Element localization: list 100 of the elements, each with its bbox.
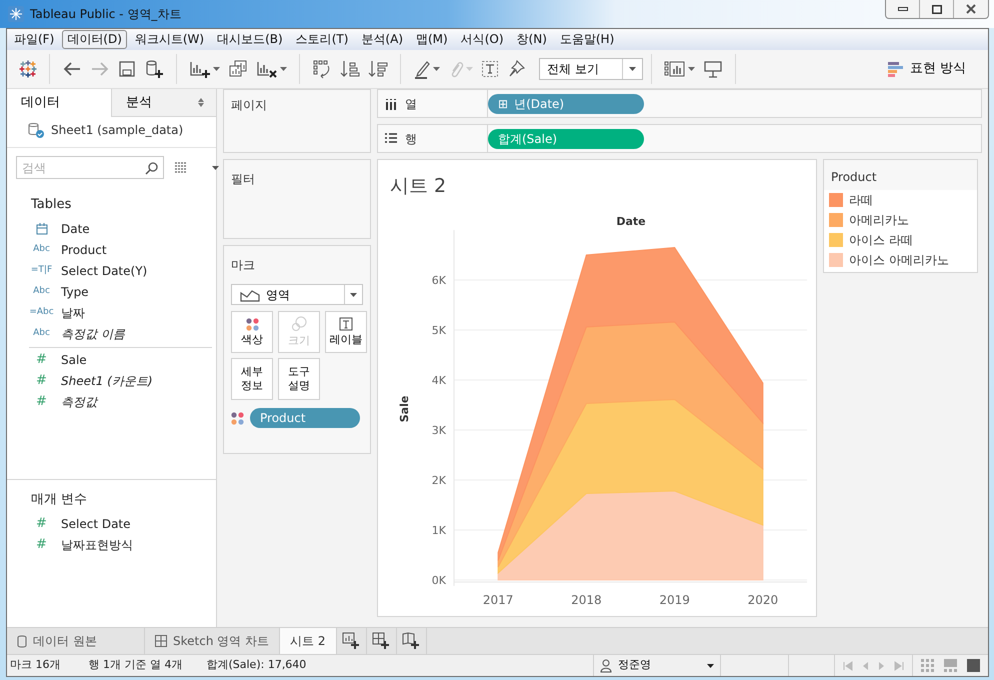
- menu-item[interactable]: 맵(M): [411, 30, 453, 49]
- menu-item[interactable]: 대시보드(B): [212, 30, 288, 49]
- calendar-icon: [36, 223, 48, 235]
- search-field[interactable]: 검색: [16, 156, 164, 179]
- menu-item[interactable]: 창(N): [512, 30, 552, 49]
- sort-descending-icon: [368, 59, 388, 79]
- menu-item[interactable]: 분석(A): [356, 30, 408, 49]
- legend-title: Product: [824, 160, 977, 190]
- filled-square-icon: [967, 659, 980, 672]
- tableau-logo-icon: [19, 60, 37, 78]
- field-item[interactable]: =Abc 날짜: [7, 302, 216, 324]
- menu-item[interactable]: 워크시트(W): [130, 30, 210, 49]
- caret-icon: [466, 67, 473, 71]
- database-icon: [17, 634, 27, 648]
- book-plus-icon: [402, 632, 420, 650]
- label-icon: [339, 317, 353, 332]
- field-item[interactable]: # 측정값: [7, 392, 216, 412]
- mark-button[interactable]: 세부 정보: [231, 358, 273, 400]
- field-item[interactable]: Abc Type: [7, 282, 216, 302]
- size-circles-icon: [291, 316, 307, 332]
- menu-item[interactable]: 데이터(D): [62, 30, 127, 49]
- field-type-icon: #: [28, 514, 55, 534]
- card-layout-icon: [664, 60, 686, 78]
- field-type-icon: =Abc: [28, 306, 55, 320]
- y-tick-label: 0K: [432, 574, 446, 587]
- legend-label[interactable]: 라떼: [849, 191, 873, 209]
- legend-label[interactable]: 아메리카노: [849, 211, 909, 229]
- show-me-button[interactable]: 표현 방식: [884, 57, 970, 81]
- mark-button[interactable]: 도구 설명: [278, 358, 320, 400]
- skip-first-icon: [843, 660, 853, 670]
- menu-item[interactable]: 스토리(T): [290, 30, 354, 49]
- rows-icon: [385, 133, 397, 144]
- y-tick-label: 2K: [432, 474, 446, 487]
- mark-type-dropdown[interactable]: 영역: [231, 284, 363, 305]
- database-plus-icon: [144, 59, 164, 79]
- menu-item[interactable]: 서식(O): [456, 30, 509, 49]
- caret-icon: [688, 67, 695, 71]
- minimize-icon: [898, 7, 908, 11]
- fit-dropdown[interactable]: 전체 보기: [539, 58, 643, 80]
- area-chart-icon: [240, 288, 260, 302]
- presentation-icon: [703, 60, 723, 78]
- text-box-icon: [481, 60, 499, 78]
- status-text: 마크 16개: [10, 657, 60, 674]
- maximize-icon: [932, 4, 942, 14]
- field-type-icon: #: [28, 535, 55, 555]
- caret-icon: [707, 664, 714, 668]
- sheet-tab[interactable]: 시트 2: [280, 628, 337, 654]
- pages-card[interactable]: 페이지: [223, 89, 371, 153]
- filmstrip-icon: [944, 659, 957, 672]
- close-icon: [966, 4, 976, 14]
- legend-label[interactable]: 아이스 아메리카노: [849, 251, 949, 269]
- caret-icon: [629, 67, 636, 71]
- field-item[interactable]: # Sheet1 (카운트): [7, 370, 216, 392]
- y-axis-title: Sale: [398, 396, 411, 422]
- save-icon: [118, 60, 136, 78]
- mark-button[interactable]: 색상: [231, 311, 273, 353]
- y-tick-label: 6K: [432, 274, 446, 287]
- pin-icon: [507, 60, 525, 78]
- filters-card[interactable]: 필터: [223, 159, 371, 239]
- status-text: 합계(Sale): 17,640: [206, 657, 306, 674]
- field-type-icon: =T|F: [28, 264, 55, 278]
- section-title: Tables: [30, 196, 72, 214]
- field-item[interactable]: Abc 측정값 이름: [7, 324, 216, 344]
- columns-icon: [385, 98, 397, 110]
- data-source-icon: [27, 122, 45, 138]
- grid-plus-icon: [372, 632, 390, 650]
- user-dropdown[interactable]: 정준영: [593, 655, 721, 676]
- field-item[interactable]: Date: [7, 218, 216, 240]
- duplicate-chart-icon: [228, 60, 248, 78]
- status-text: 행 1개 기준 열 4개: [88, 657, 182, 674]
- field-item[interactable]: # Select Date: [7, 514, 216, 534]
- field-item[interactable]: # Sale: [7, 350, 216, 370]
- skip-last-icon: [894, 660, 904, 670]
- caret-icon: [213, 67, 220, 71]
- chart-plus-icon: [189, 59, 211, 79]
- search-icon: [145, 161, 159, 175]
- color-dots-icon: [231, 412, 244, 424]
- menu-item[interactable]: 도움말(H): [554, 30, 620, 49]
- field-item[interactable]: =T|F Select Date(Y): [7, 260, 216, 282]
- data-source-name[interactable]: Sheet1 (sample_data): [51, 121, 184, 139]
- swap-icon: [312, 59, 332, 79]
- caret-icon: [350, 292, 357, 296]
- field-item[interactable]: Abc Product: [7, 240, 216, 260]
- highlighter-icon: [413, 59, 431, 79]
- y-tick-label: 1K: [432, 524, 446, 537]
- y-tick-label: 3K: [432, 424, 446, 437]
- dot-grid-icon: [921, 659, 934, 672]
- caret-icon: [280, 67, 287, 71]
- legend-label[interactable]: 아이스 라떼: [849, 231, 913, 249]
- field-item[interactable]: # 날짜표현방식: [7, 534, 216, 556]
- marks-title: 마크: [231, 257, 256, 274]
- color-dots-icon: [246, 318, 258, 331]
- grid-icon: [155, 635, 167, 647]
- x-tick-label: 2019: [659, 593, 690, 607]
- pane-tab[interactable]: 분석: [111, 89, 216, 117]
- shelf-label: 열: [405, 96, 417, 112]
- caret-icon: [212, 166, 219, 170]
- mark-button[interactable]: 레이블: [325, 311, 367, 353]
- shelf-label: 행: [405, 130, 417, 148]
- menu-item[interactable]: 파일(F): [9, 30, 60, 49]
